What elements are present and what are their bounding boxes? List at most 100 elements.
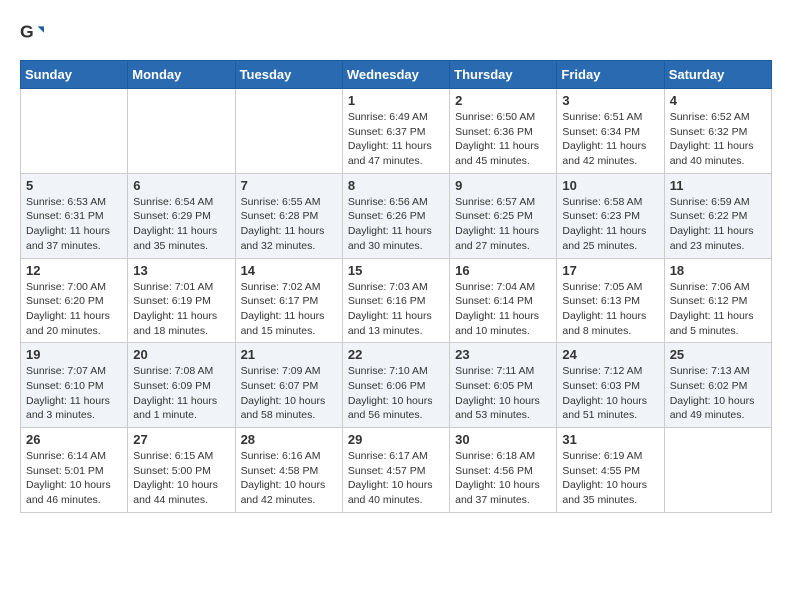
day-number: 29: [348, 432, 444, 447]
col-sunday: Sunday: [21, 61, 128, 89]
day-info: Sunrise: 7:09 AM Sunset: 6:07 PM Dayligh…: [241, 364, 337, 423]
calendar-week-4: 19 Sunrise: 7:07 AM Sunset: 6:10 PM Dayli…: [21, 343, 772, 428]
day-number: 5: [26, 178, 122, 193]
day-info: Sunrise: 6:17 AM Sunset: 4:57 PM Dayligh…: [348, 449, 444, 508]
calendar-cell: 11 Sunrise: 6:59 AM Sunset: 6:22 PM Dayli…: [664, 173, 771, 258]
day-info: Sunrise: 6:14 AM Sunset: 5:01 PM Dayligh…: [26, 449, 122, 508]
day-info: Sunrise: 6:59 AM Sunset: 6:22 PM Dayligh…: [670, 195, 766, 254]
calendar-cell: 1 Sunrise: 6:49 AM Sunset: 6:37 PM Daylig…: [342, 89, 449, 174]
calendar-cell: 19 Sunrise: 7:07 AM Sunset: 6:10 PM Dayli…: [21, 343, 128, 428]
calendar-cell: 10Sunrise: 6:58 AM Sunset: 6:23 PM Dayli…: [557, 173, 664, 258]
calendar-cell: 27 Sunrise: 6:15 AM Sunset: 5:00 PM Dayli…: [128, 428, 235, 513]
col-saturday: Saturday: [664, 61, 771, 89]
day-info: Sunrise: 7:05 AM Sunset: 6:13 PM Dayligh…: [562, 280, 658, 339]
calendar-cell: 14 Sunrise: 7:02 AM Sunset: 6:17 PM Dayli…: [235, 258, 342, 343]
day-number: 17: [562, 263, 658, 278]
day-number: 30: [455, 432, 551, 447]
col-monday: Monday: [128, 61, 235, 89]
calendar-cell: 23 Sunrise: 7:11 AM Sunset: 6:05 PM Dayli…: [450, 343, 557, 428]
calendar-week-1: 1 Sunrise: 6:49 AM Sunset: 6:37 PM Daylig…: [21, 89, 772, 174]
day-number: 2: [455, 93, 551, 108]
day-info: Sunrise: 7:02 AM Sunset: 6:17 PM Dayligh…: [241, 280, 337, 339]
day-info: Sunrise: 6:53 AM Sunset: 6:31 PM Dayligh…: [26, 195, 122, 254]
calendar-cell: [21, 89, 128, 174]
day-info: Sunrise: 7:04 AM Sunset: 6:14 PM Dayligh…: [455, 280, 551, 339]
col-tuesday: Tuesday: [235, 61, 342, 89]
day-number: 22: [348, 347, 444, 362]
calendar-cell: 5 Sunrise: 6:53 AM Sunset: 6:31 PM Daylig…: [21, 173, 128, 258]
day-info: Sunrise: 6:18 AM Sunset: 4:56 PM Dayligh…: [455, 449, 551, 508]
calendar-cell: 7Sunrise: 6:55 AM Sunset: 6:28 PM Daylig…: [235, 173, 342, 258]
day-info: Sunrise: 7:07 AM Sunset: 6:10 PM Dayligh…: [26, 364, 122, 423]
calendar-header-row: Sunday Monday Tuesday Wednesday Thursday…: [21, 61, 772, 89]
calendar-cell: 29 Sunrise: 6:17 AM Sunset: 4:57 PM Dayli…: [342, 428, 449, 513]
day-number: 23: [455, 347, 551, 362]
day-number: 6: [133, 178, 229, 193]
calendar-cell: 26 Sunrise: 6:14 AM Sunset: 5:01 PM Dayli…: [21, 428, 128, 513]
day-info: Sunrise: 6:16 AM Sunset: 4:58 PM Dayligh…: [241, 449, 337, 508]
day-info: Sunrise: 7:11 AM Sunset: 6:05 PM Dayligh…: [455, 364, 551, 423]
day-number: 8: [348, 178, 444, 193]
day-number: 25: [670, 347, 766, 362]
page-header: G: [20, 20, 772, 44]
day-number: 1: [348, 93, 444, 108]
day-number: 3: [562, 93, 658, 108]
day-info: Sunrise: 7:03 AM Sunset: 6:16 PM Dayligh…: [348, 280, 444, 339]
day-number: 4: [670, 93, 766, 108]
calendar-cell: 3 Sunrise: 6:51 AM Sunset: 6:34 PM Daylig…: [557, 89, 664, 174]
day-number: 9: [455, 178, 551, 193]
col-friday: Friday: [557, 61, 664, 89]
calendar-cell: 20Sunrise: 7:08 AM Sunset: 6:09 PM Dayli…: [128, 343, 235, 428]
calendar-week-3: 12 Sunrise: 7:00 AM Sunset: 6:20 PM Dayli…: [21, 258, 772, 343]
day-info: Sunrise: 6:51 AM Sunset: 6:34 PM Dayligh…: [562, 110, 658, 169]
day-number: 21: [241, 347, 337, 362]
calendar-cell: 8 Sunrise: 6:56 AM Sunset: 6:26 PM Daylig…: [342, 173, 449, 258]
day-info: Sunrise: 6:49 AM Sunset: 6:37 PM Dayligh…: [348, 110, 444, 169]
day-info: Sunrise: 6:15 AM Sunset: 5:00 PM Dayligh…: [133, 449, 229, 508]
day-number: 15: [348, 263, 444, 278]
calendar-cell: 31Sunrise: 6:19 AM Sunset: 4:55 PM Dayli…: [557, 428, 664, 513]
calendar-cell: 13 Sunrise: 7:01 AM Sunset: 6:19 PM Dayli…: [128, 258, 235, 343]
day-info: Sunrise: 7:10 AM Sunset: 6:06 PM Dayligh…: [348, 364, 444, 423]
calendar-cell: 4 Sunrise: 6:52 AM Sunset: 6:32 PM Daylig…: [664, 89, 771, 174]
day-number: 24: [562, 347, 658, 362]
day-info: Sunrise: 6:54 AM Sunset: 6:29 PM Dayligh…: [133, 195, 229, 254]
day-number: 11: [670, 178, 766, 193]
col-wednesday: Wednesday: [342, 61, 449, 89]
day-number: 28: [241, 432, 337, 447]
calendar-cell: 17 Sunrise: 7:05 AM Sunset: 6:13 PM Dayli…: [557, 258, 664, 343]
col-thursday: Thursday: [450, 61, 557, 89]
day-number: 14: [241, 263, 337, 278]
calendar-week-5: 26 Sunrise: 6:14 AM Sunset: 5:01 PM Dayli…: [21, 428, 772, 513]
calendar-cell: 25 Sunrise: 7:13 AM Sunset: 6:02 PM Dayli…: [664, 343, 771, 428]
day-number: 10: [562, 178, 658, 193]
calendar-cell: 21 Sunrise: 7:09 AM Sunset: 6:07 PM Dayli…: [235, 343, 342, 428]
calendar-cell: 9Sunrise: 6:57 AM Sunset: 6:25 PM Daylig…: [450, 173, 557, 258]
day-info: Sunrise: 7:06 AM Sunset: 6:12 PM Dayligh…: [670, 280, 766, 339]
day-number: 19: [26, 347, 122, 362]
calendar-cell: 12 Sunrise: 7:00 AM Sunset: 6:20 PM Dayli…: [21, 258, 128, 343]
calendar-cell: 28 Sunrise: 6:16 AM Sunset: 4:58 PM Dayli…: [235, 428, 342, 513]
calendar-cell: 6 Sunrise: 6:54 AM Sunset: 6:29 PM Daylig…: [128, 173, 235, 258]
calendar-cell: 22 Sunrise: 7:10 AM Sunset: 6:06 PM Dayli…: [342, 343, 449, 428]
calendar-cell: 2Sunrise: 6:50 AM Sunset: 6:36 PM Daylig…: [450, 89, 557, 174]
calendar-cell: 15 Sunrise: 7:03 AM Sunset: 6:16 PM Dayli…: [342, 258, 449, 343]
day-info: Sunrise: 7:13 AM Sunset: 6:02 PM Dayligh…: [670, 364, 766, 423]
day-info: Sunrise: 7:12 AM Sunset: 6:03 PM Dayligh…: [562, 364, 658, 423]
day-info: Sunrise: 6:56 AM Sunset: 6:26 PM Dayligh…: [348, 195, 444, 254]
day-number: 27: [133, 432, 229, 447]
day-number: 16: [455, 263, 551, 278]
day-info: Sunrise: 7:00 AM Sunset: 6:20 PM Dayligh…: [26, 280, 122, 339]
calendar-cell: 18Sunrise: 7:06 AM Sunset: 6:12 PM Dayli…: [664, 258, 771, 343]
calendar-cell: [664, 428, 771, 513]
calendar-cell: 16 Sunrise: 7:04 AM Sunset: 6:14 PM Dayli…: [450, 258, 557, 343]
day-number: 13: [133, 263, 229, 278]
calendar-cell: 24 Sunrise: 7:12 AM Sunset: 6:03 PM Dayli…: [557, 343, 664, 428]
svg-text:G: G: [20, 22, 34, 42]
day-info: Sunrise: 7:01 AM Sunset: 6:19 PM Dayligh…: [133, 280, 229, 339]
day-number: 26: [26, 432, 122, 447]
day-info: Sunrise: 6:52 AM Sunset: 6:32 PM Dayligh…: [670, 110, 766, 169]
calendar-table: Sunday Monday Tuesday Wednesday Thursday…: [20, 60, 772, 513]
calendar-cell: [128, 89, 235, 174]
day-number: 12: [26, 263, 122, 278]
